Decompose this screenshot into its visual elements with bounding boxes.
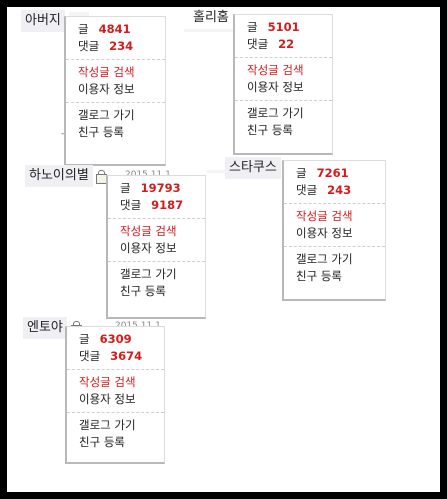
comment-count-label: 댓글	[247, 37, 269, 51]
comment-count-label: 댓글	[79, 349, 101, 363]
add-friend-link[interactable]: 친구 등록	[79, 434, 154, 451]
gallog-link[interactable]: 갤로그 가기	[247, 105, 322, 122]
post-count: 19793	[140, 181, 181, 195]
post-count: 7261	[316, 166, 349, 180]
user-actions: 작성글 검색 이용자 정보	[235, 58, 332, 101]
add-friend-link[interactable]: 친구 등록	[120, 283, 195, 300]
gallog-link[interactable]: 갤로그 가기	[78, 107, 155, 124]
search-posts-link[interactable]: 작성글 검색	[120, 223, 195, 240]
nickname-label[interactable]: 홀리홈	[189, 7, 233, 29]
search-posts-link[interactable]: 작성글 검색	[247, 62, 322, 79]
user-links: 갤로그 가기 친구 등록	[284, 247, 385, 289]
nickname-row-bg	[184, 29, 234, 32]
gallog-link[interactable]: 갤로그 가기	[79, 417, 154, 434]
user-stats: 글 7261 댓글 243	[284, 161, 385, 204]
comment-count-label: 댓글	[78, 39, 100, 53]
post-count-label: 글	[247, 20, 258, 34]
user-menu-popup: 글 19793 댓글 9187 작성글 검색 이용자 정보 갤로그 가기 친구 등록	[106, 175, 206, 319]
user-info-link[interactable]: 이용자 정보	[247, 79, 322, 96]
search-posts-link[interactable]: 작성글 검색	[296, 208, 375, 225]
add-friend-link[interactable]: 친구 등록	[296, 268, 375, 285]
nickname-label[interactable]: 스타쿠스	[225, 157, 281, 179]
search-posts-link[interactable]: 작성글 검색	[78, 64, 155, 81]
comment-count: 9187	[151, 198, 184, 212]
screenshot-canvas: 아버지 - 글 4841 댓글 234 작성글 검색 이용자 정보 갤로그 가기 친…	[7, 7, 440, 492]
user-actions: 작성글 검색 이용자 정보	[108, 219, 205, 262]
comment-count: 3674	[110, 349, 143, 363]
user-stats: 글 4841 댓글 234	[66, 17, 165, 60]
user-actions: 작성글 검색 이용자 정보	[66, 60, 165, 103]
user-links: 갤로그 가기 친구 등록	[108, 262, 205, 304]
post-count: 5101	[267, 20, 300, 34]
user-menu-popup: 글 5101 댓글 22 작성글 검색 이용자 정보 갤로그 가기 친구 등록	[233, 14, 333, 155]
post-count: 6309	[99, 332, 132, 346]
user-info-link[interactable]: 이용자 정보	[78, 81, 155, 98]
comment-count-label: 댓글	[296, 183, 318, 197]
user-menu-popup: 글 7261 댓글 243 작성글 검색 이용자 정보 갤로그 가기 친구 등록	[282, 160, 386, 301]
user-menu-popup: 글 4841 댓글 234 작성글 검색 이용자 정보 갤로그 가기 친구 등록	[64, 16, 166, 166]
user-actions: 작성글 검색 이용자 정보	[284, 204, 385, 247]
post-count-label: 글	[296, 166, 307, 180]
add-friend-link[interactable]: 친구 등록	[247, 122, 322, 139]
user-links: 갤로그 가기 친구 등록	[66, 103, 165, 145]
user-menu-popup: 글 6309 댓글 3674 작성글 검색 이용자 정보 갤로그 가기 친구 등록	[65, 326, 165, 464]
user-stats: 글 19793 댓글 9187	[108, 176, 205, 219]
nickname-label[interactable]: 아버지	[21, 10, 65, 32]
user-links: 갤로그 가기 친구 등록	[67, 413, 164, 455]
add-friend-link[interactable]: 친구 등록	[78, 124, 155, 141]
gallog-link[interactable]: 갤로그 가기	[296, 251, 375, 268]
post-count-label: 글	[79, 332, 90, 346]
comment-count: 22	[278, 37, 295, 51]
user-stats: 글 6309 댓글 3674	[67, 327, 164, 370]
comment-count: 234	[109, 39, 134, 53]
post-count-label: 글	[78, 22, 89, 36]
user-info-link[interactable]: 이용자 정보	[79, 391, 154, 408]
nickname-row-bg	[207, 170, 227, 173]
post-count-label: 글	[120, 181, 131, 195]
search-posts-link[interactable]: 작성글 검색	[79, 374, 154, 391]
user-stats: 글 5101 댓글 22	[235, 15, 332, 58]
user-info-link[interactable]: 이용자 정보	[296, 225, 375, 242]
user-links: 갤로그 가기 친구 등록	[235, 101, 332, 143]
post-count: 4841	[98, 22, 131, 36]
nickname-label[interactable]: 하노이의별	[25, 165, 93, 187]
user-actions: 작성글 검색 이용자 정보	[67, 370, 164, 413]
comment-count: 243	[327, 183, 352, 197]
gallog-link[interactable]: 갤로그 가기	[120, 266, 195, 283]
nickname-label[interactable]: 엔토야	[23, 317, 67, 339]
comment-count-label: 댓글	[120, 198, 142, 212]
user-info-link[interactable]: 이용자 정보	[120, 240, 195, 257]
